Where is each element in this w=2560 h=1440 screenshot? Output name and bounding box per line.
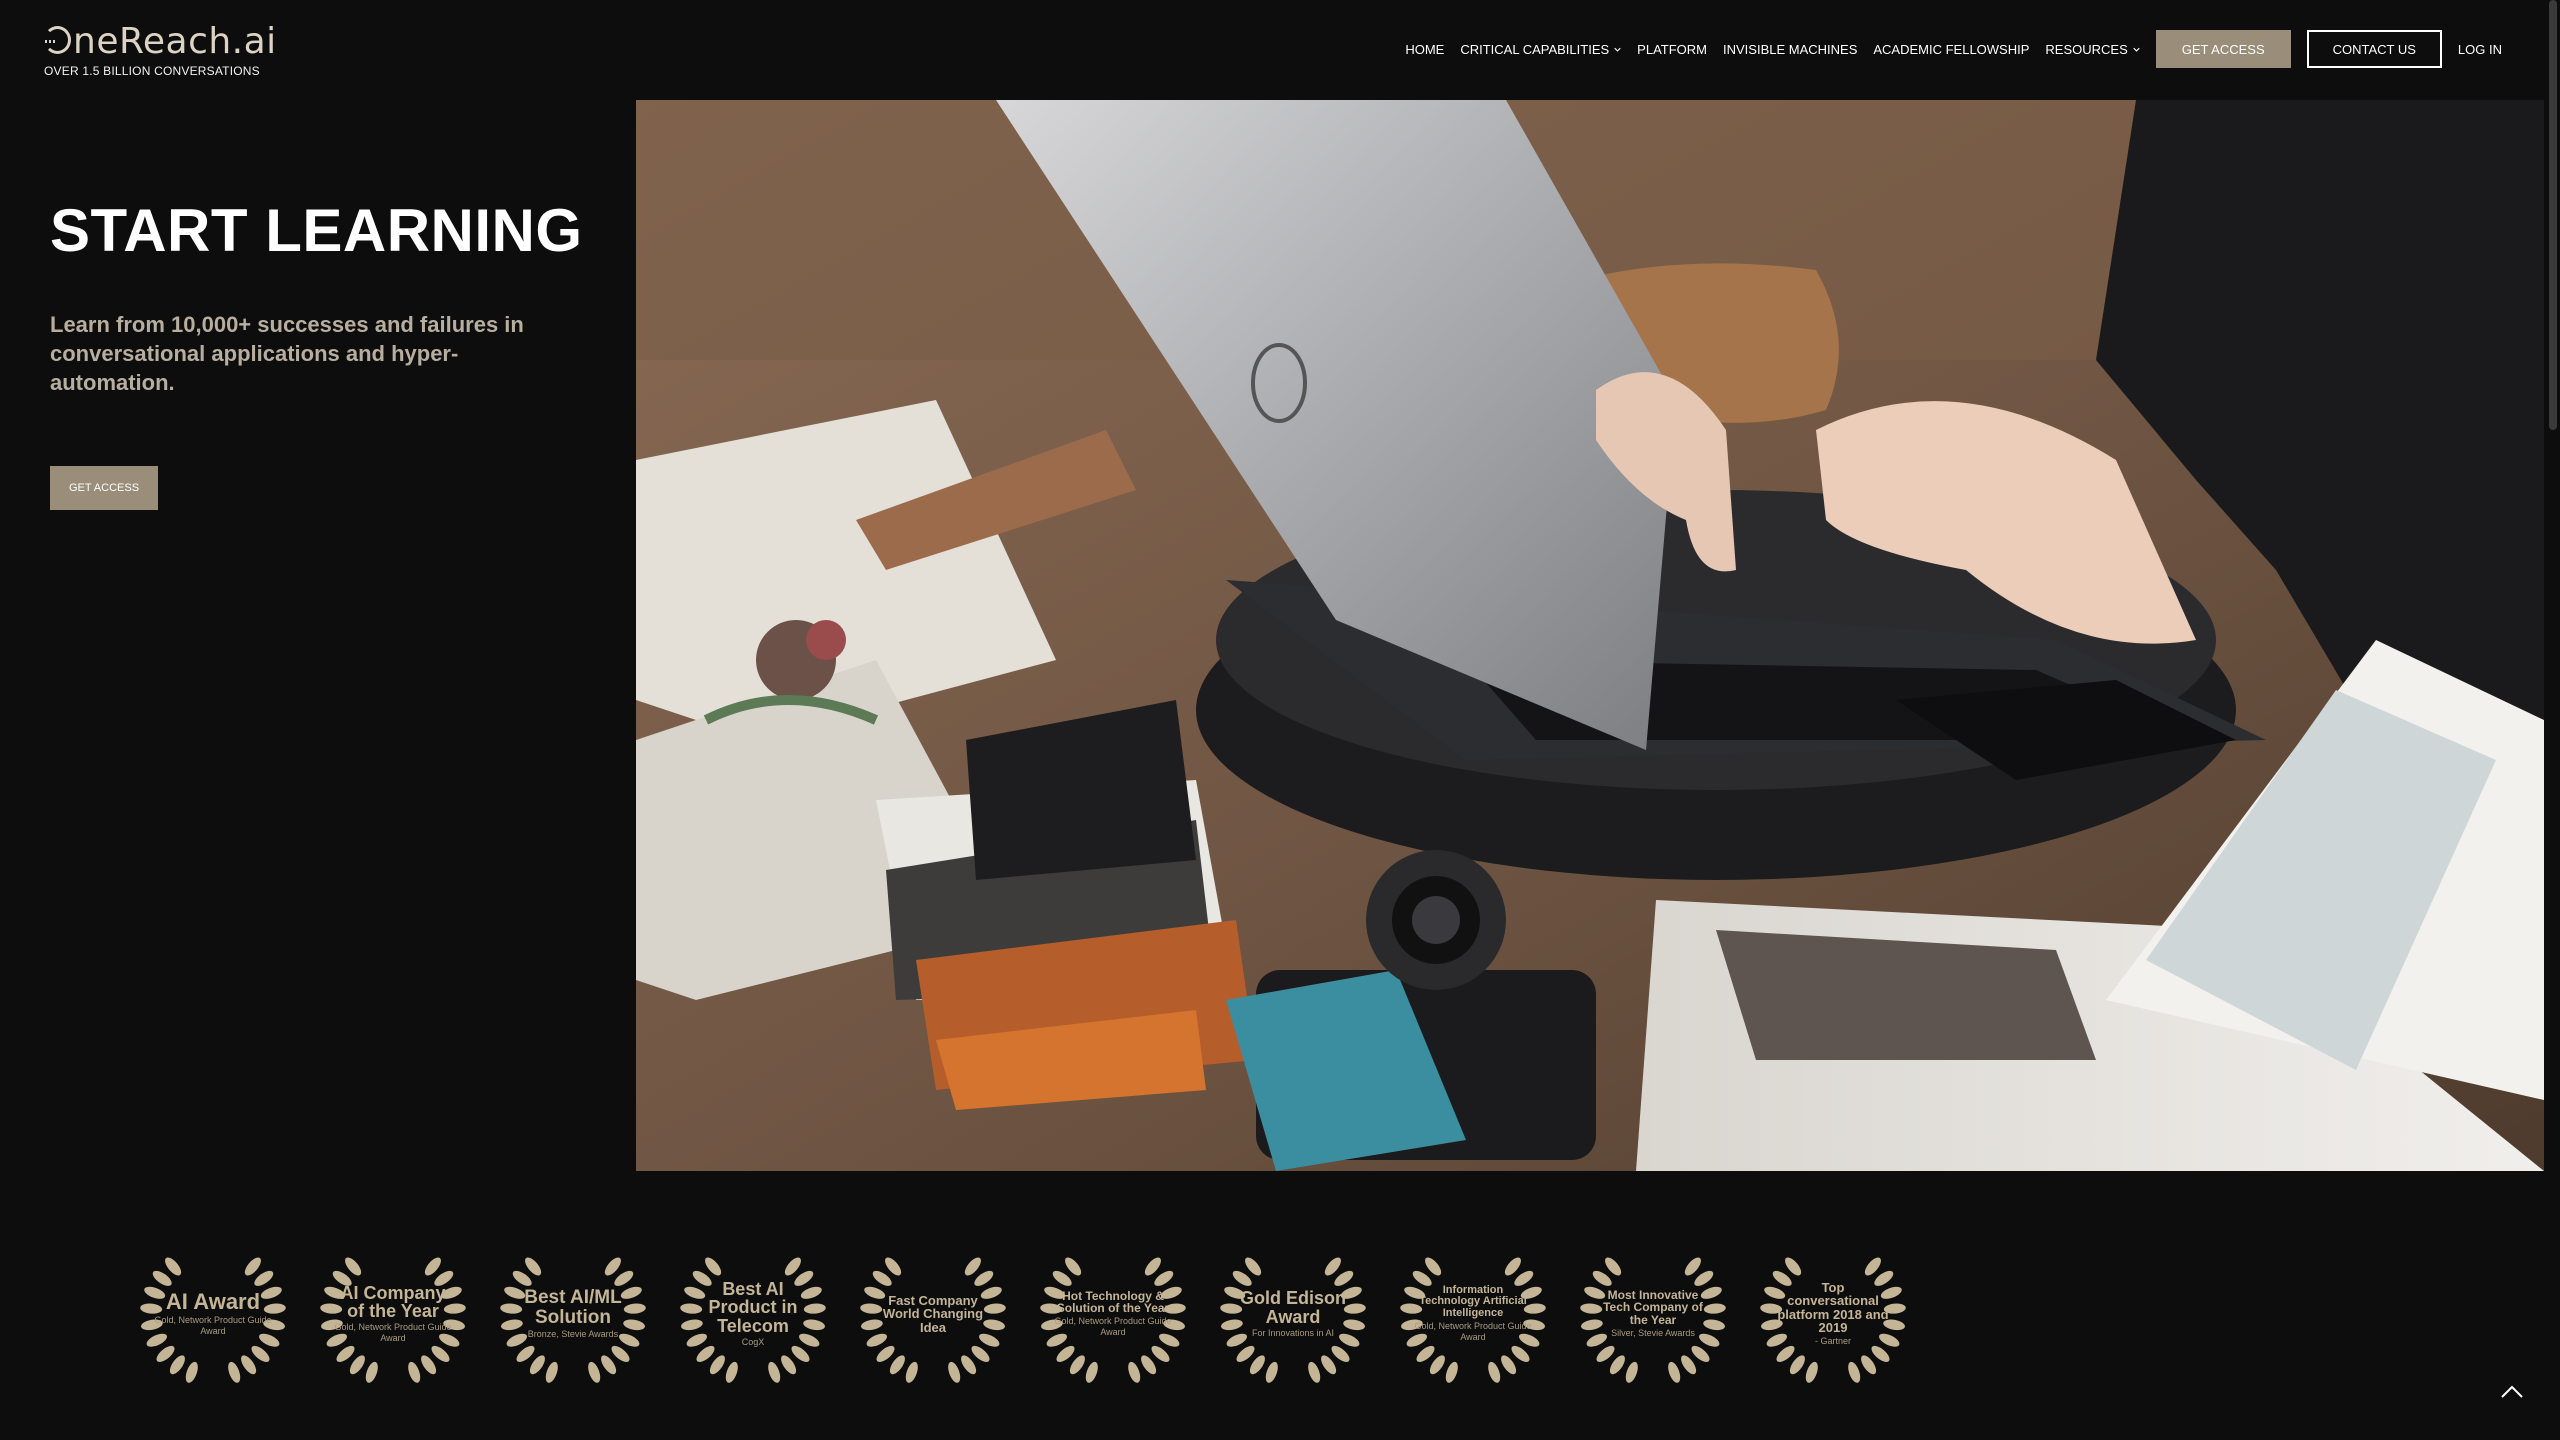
scrollbar[interactable] xyxy=(2544,0,2560,1440)
nav-label: PLATFORM xyxy=(1637,41,1707,57)
award-detail: - Gartner xyxy=(1814,1336,1851,1346)
award-badge: AI Company of the Year Gold, Network Prod… xyxy=(318,1239,468,1389)
award-detail: CogX xyxy=(741,1337,765,1348)
get-access-hero-button[interactable]: GET ACCESS xyxy=(50,466,158,510)
nav-item-invisible-machines[interactable]: INVISIBLE MACHINES xyxy=(1723,42,1857,57)
award-badge: Best AI Product in Telecom CogX xyxy=(678,1239,828,1389)
nav-label: ACADEMIC FELLOWSHIP xyxy=(1873,41,2030,57)
award-title: AI Company of the Year xyxy=(340,1282,446,1321)
chevron-down-icon xyxy=(1614,47,1621,52)
logo-o-mark-icon xyxy=(44,26,71,54)
nav-label: HOME xyxy=(1405,41,1445,57)
award-title: Fast Company World Changing Idea xyxy=(882,1293,984,1335)
award-text: Information Technology Artificial Intell… xyxy=(1414,1285,1532,1343)
nav-label: RESOURCES xyxy=(2045,41,2128,57)
award-title: Hot Technology & Solution of the Year xyxy=(1056,1288,1170,1315)
award-title: Best AI Product in Telecom xyxy=(708,1278,798,1336)
log-in-link[interactable]: LOG IN xyxy=(2458,42,2502,57)
award-detail: Silver, Stevie Awards xyxy=(1611,1327,1695,1338)
nav-label: CRITICAL CAPABILITIES xyxy=(1460,41,1610,57)
page: neReach.ai OVER 1.5 BILLION CONVERSATION… xyxy=(0,0,2560,1440)
award-detail: For Innovations in AI xyxy=(1251,1327,1335,1338)
get-access-nav-button[interactable]: GET ACCESS xyxy=(2155,30,2291,68)
award-text: Top conversational platform 2018 and 201… xyxy=(1774,1281,1892,1347)
award-text: Hot Technology & Solution of the Year Gol… xyxy=(1054,1290,1172,1338)
award-badge: Information Technology Artificial Intell… xyxy=(1398,1239,1548,1389)
award-text: Most Innovative Tech Company of the Year… xyxy=(1594,1289,1712,1339)
nav-item-resources[interactable]: RESOURCES xyxy=(2045,41,2140,57)
hero-image xyxy=(636,100,2544,1171)
nav-label: INVISIBLE MACHINES xyxy=(1723,41,1858,57)
logo-wordmark: neReach.ai xyxy=(44,22,277,62)
chevron-down-icon xyxy=(2133,47,2140,52)
logo-text: neReach.ai xyxy=(73,21,277,62)
hero-subtitle: Learn from 10,000+ successes and failure… xyxy=(50,312,524,395)
award-badge: AI Award Gold, Network Product Guide Awar… xyxy=(138,1239,288,1389)
award-detail: Gold, Network Product Guide Award xyxy=(1414,1320,1532,1342)
main-nav: HOME CRITICAL CAPABILITIES PLATFORM INVI… xyxy=(1405,30,2502,68)
award-title: AI Award xyxy=(165,1288,261,1314)
award-text: Fast Company World Changing Idea xyxy=(874,1294,992,1334)
award-text: Best AI Product in Telecom CogX xyxy=(694,1280,812,1348)
award-title: Information Technology Artificial Intell… xyxy=(1419,1284,1527,1319)
nav-item-home[interactable]: HOME xyxy=(1405,42,1444,57)
logo[interactable]: neReach.ai OVER 1.5 BILLION CONVERSATION… xyxy=(44,22,277,78)
nav-item-platform[interactable]: PLATFORM xyxy=(1637,42,1707,57)
award-badge: Gold Edison Award For Innovations in AI xyxy=(1218,1239,1368,1389)
award-detail: Bronze, Stevie Awards xyxy=(527,1328,619,1339)
award-badge: Top conversational platform 2018 and 201… xyxy=(1758,1239,1908,1389)
back-to-top-button[interactable] xyxy=(2498,1382,2526,1402)
awards-row: AI Award Gold, Network Product Guide Awar… xyxy=(138,1234,1908,1394)
logo-tagline: OVER 1.5 BILLION CONVERSATIONS xyxy=(44,64,260,78)
award-badge: Hot Technology & Solution of the Year Gol… xyxy=(1038,1239,1188,1389)
scrollbar-thumb[interactable] xyxy=(2549,0,2557,430)
award-detail: Gold, Network Product Guide Award xyxy=(1054,1316,1172,1338)
chevron-up-icon xyxy=(2501,1385,2523,1398)
award-text: AI Award Gold, Network Product Guide Awar… xyxy=(154,1288,272,1337)
award-title: Gold Edison Award xyxy=(1240,1288,1346,1327)
hero-title: START LEARNING xyxy=(50,197,583,264)
nav-item-critical-capabilities[interactable]: CRITICAL CAPABILITIES xyxy=(1460,42,1621,57)
contact-us-button[interactable]: CONTACT US xyxy=(2306,30,2442,68)
award-text: Gold Edison Award For Innovations in AI xyxy=(1234,1289,1352,1339)
award-detail: Gold, Network Product Guide Award xyxy=(334,1322,452,1344)
laptop-photo-icon xyxy=(636,100,2544,1171)
award-badge: Best AI/ML Solution Bronze, Stevie Awards xyxy=(498,1239,648,1389)
award-title: Best AI/ML Solution xyxy=(524,1287,622,1328)
award-badge: Most Innovative Tech Company of the Year… xyxy=(1578,1239,1728,1389)
award-badge: Fast Company World Changing Idea xyxy=(858,1239,1008,1389)
award-text: AI Company of the Year Gold, Network Prod… xyxy=(334,1284,452,1345)
award-detail: Gold, Network Product Guide Award xyxy=(154,1315,272,1337)
award-title: Most Innovative Tech Company of the Year xyxy=(1603,1288,1703,1327)
award-text: Best AI/ML Solution Bronze, Stevie Awards xyxy=(514,1288,632,1340)
award-title: Top conversational platform 2018 and 201… xyxy=(1777,1280,1889,1335)
nav-item-academic-fellowship[interactable]: ACADEMIC FELLOWSHIP xyxy=(1873,42,2029,57)
